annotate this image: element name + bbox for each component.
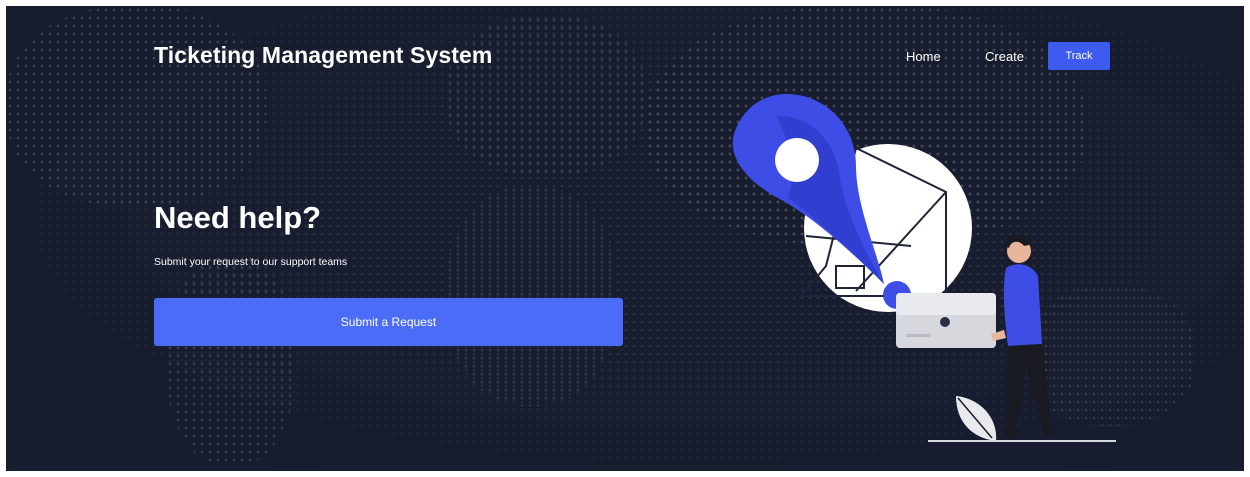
brand-title[interactable]: Ticketing Management System [154,42,492,69]
map-dots-africa [446,186,616,406]
map-dots-south-america [166,256,296,466]
person-figure [991,234,1056,438]
nav-home-link[interactable]: Home [906,49,941,64]
nav-track-button[interactable]: Track [1048,42,1110,70]
hero-title: Need help? [154,200,322,235]
leaf-icon [956,396,997,441]
support-illustration [732,94,1116,442]
nav-create-link[interactable]: Create [985,49,1024,64]
map-dots-americas [6,6,266,206]
submit-request-button[interactable]: Submit a Request [154,298,623,346]
page-frame: Ticketing Management System Home Create … [6,6,1244,471]
hero-subtitle: Submit your request to our support teams [154,256,348,268]
folder-icon [896,293,996,348]
map-dots-europe [446,16,646,176]
